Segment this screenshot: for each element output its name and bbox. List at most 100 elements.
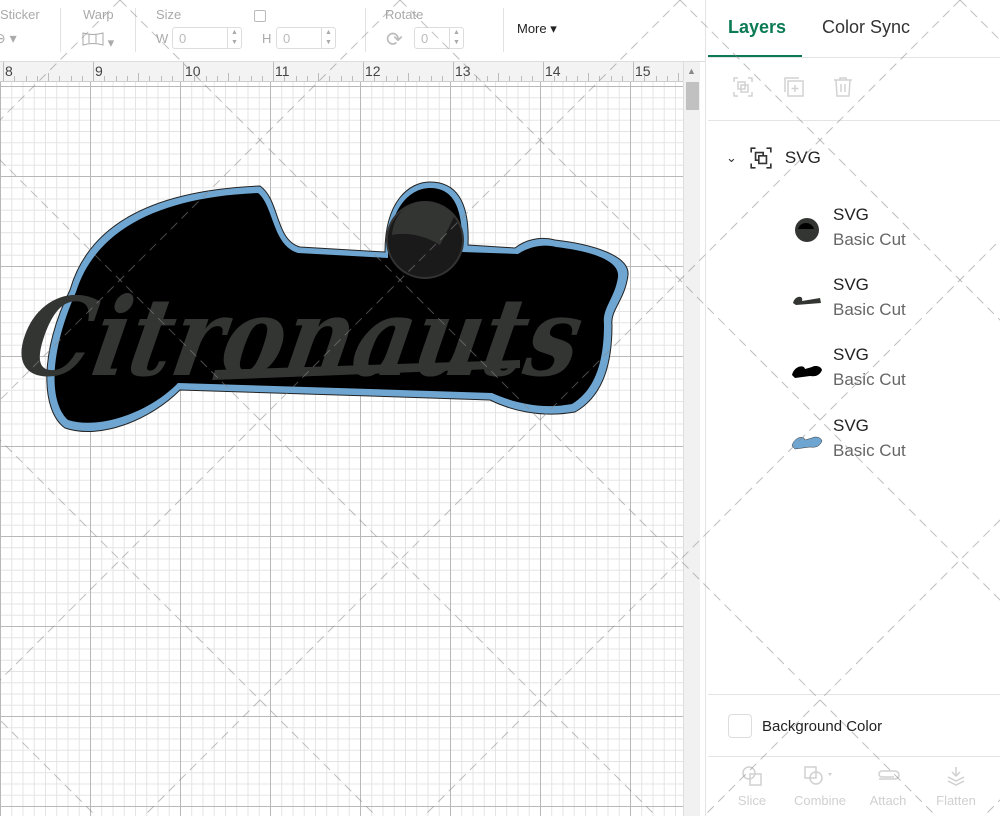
layer-type: Basic Cut [833,441,906,460]
combine-button[interactable]: Combine [790,765,850,808]
width-input[interactable]: 0 ▲ ▼ [172,27,242,49]
ruler-tick [621,76,623,81]
height-value: 0 [283,31,291,46]
combine-icon [804,766,832,785]
ruler-tick [261,76,263,81]
ruler-tick [520,76,522,81]
ruler-tick [441,76,443,81]
group-icon[interactable] [732,76,754,98]
ruler-tick [70,76,72,81]
rotate-icon: ⟳ [386,29,403,51]
width-label: W [156,31,169,46]
chevron-down-icon[interactable]: ⌄ [726,150,737,166]
layer-group-svg[interactable]: ⌄ SVG [726,145,821,171]
ruler-tick [36,76,38,81]
citronauts-logo[interactable]: Citronauts [0,82,683,816]
rotate-input[interactable]: 0 ▲ ▼ [414,27,464,49]
scrollbar-thumb[interactable] [686,82,699,110]
layer-name: SVG [833,205,869,224]
ruler-mark: 9 [95,63,103,79]
delete-icon[interactable] [832,76,854,98]
ruler-tick [284,76,286,81]
layer-name: SVG [833,416,869,435]
layer-name: SVG [833,275,869,294]
ruler-tick [160,76,162,81]
slice-icon [742,766,762,786]
ruler-tick [14,76,16,81]
layer-item[interactable]: SVG Basic Cut [790,416,990,472]
attach-button[interactable]: Attach [858,765,918,808]
ruler-tick [666,76,668,81]
slice-button[interactable]: Slice [722,765,782,808]
duplicate-icon[interactable] [783,76,805,98]
width-stepper[interactable]: ▲ ▼ [227,28,241,48]
divider [708,120,1000,121]
sticker-dropdown[interactable]: ⊖ ▾ [0,30,17,47]
flatten-button[interactable]: Flatten [926,765,986,808]
more-button[interactable]: More ▾ [517,21,557,37]
width-value: 0 [179,31,187,46]
rotate-value: 0 [421,31,429,46]
layer-item[interactable]: SVG Basic Cut [790,275,990,331]
ruler-tick [396,76,398,81]
paperclip-icon [878,770,900,780]
divider [60,8,61,52]
layer-type: Basic Cut [833,300,906,319]
divider [503,8,504,52]
more-label: More [517,21,547,36]
ruler-mark: 13 [455,63,471,79]
ruler-tick [329,76,331,81]
ruler-tick [194,76,196,81]
lock-icon[interactable] [254,10,266,22]
ruler-tick [3,62,4,81]
ruler-tick [408,73,409,81]
ruler-tick [599,76,601,81]
ruler-mark: 12 [365,63,381,79]
vertical-scrollbar[interactable]: ▲ [683,62,700,816]
ruler-tick [149,76,151,81]
ruler-tick [588,73,589,81]
ruler-mark: 14 [545,63,561,79]
layer-type: Basic Cut [833,230,906,249]
height-input[interactable]: 0 ▲ ▼ [276,27,336,49]
attach-label: Attach [869,793,907,808]
design-canvas[interactable]: Citronauts [0,82,683,816]
warp-dropdown[interactable]: ▾ [82,31,114,51]
ruler-tick [171,76,173,81]
ruler-mark: 15 [635,63,651,79]
ruler-tick [644,76,646,81]
divider [708,57,1000,58]
background-color-swatch[interactable] [728,714,752,738]
ruler-tick [678,73,679,81]
logo-script-text: Citronauts [9,274,591,401]
scroll-up-icon[interactable]: ▲ [687,66,696,76]
ruler-tick [419,76,421,81]
ruler-tick [486,76,488,81]
ruler-tick [104,76,106,81]
ruler-tick [216,76,218,81]
ruler-tick [543,62,544,81]
background-color-row[interactable]: Background Color [728,714,882,738]
layer-item[interactable]: SVG Basic Cut [790,345,990,401]
ruler-tick [633,62,634,81]
slice-label: Slice [737,793,767,808]
size-label: Size [156,7,182,22]
ruler-tick [576,76,578,81]
layer-thumbnail [795,218,819,242]
height-stepper[interactable]: ▲ ▼ [321,28,335,48]
ruler-tick [115,76,117,81]
ruler-tick [385,76,387,81]
rotate-stepper[interactable]: ▲ ▼ [449,28,463,48]
background-color-label: Background Color [762,717,883,735]
ruler-tick [59,76,61,81]
tab-layers[interactable]: Layers [728,17,786,38]
ruler-tick [531,76,533,81]
horizontal-ruler: 8 9 10 11 12 13 14 15 [0,62,683,82]
layer-type: Basic Cut [833,370,906,389]
divider [708,756,1000,757]
rotate-label: Rotate [385,7,424,22]
tab-color-sync[interactable]: Color Sync [822,17,910,38]
ruler-tick [430,76,432,81]
layer-item[interactable]: SVG Basic Cut [790,205,990,261]
ruler-tick [273,62,274,81]
